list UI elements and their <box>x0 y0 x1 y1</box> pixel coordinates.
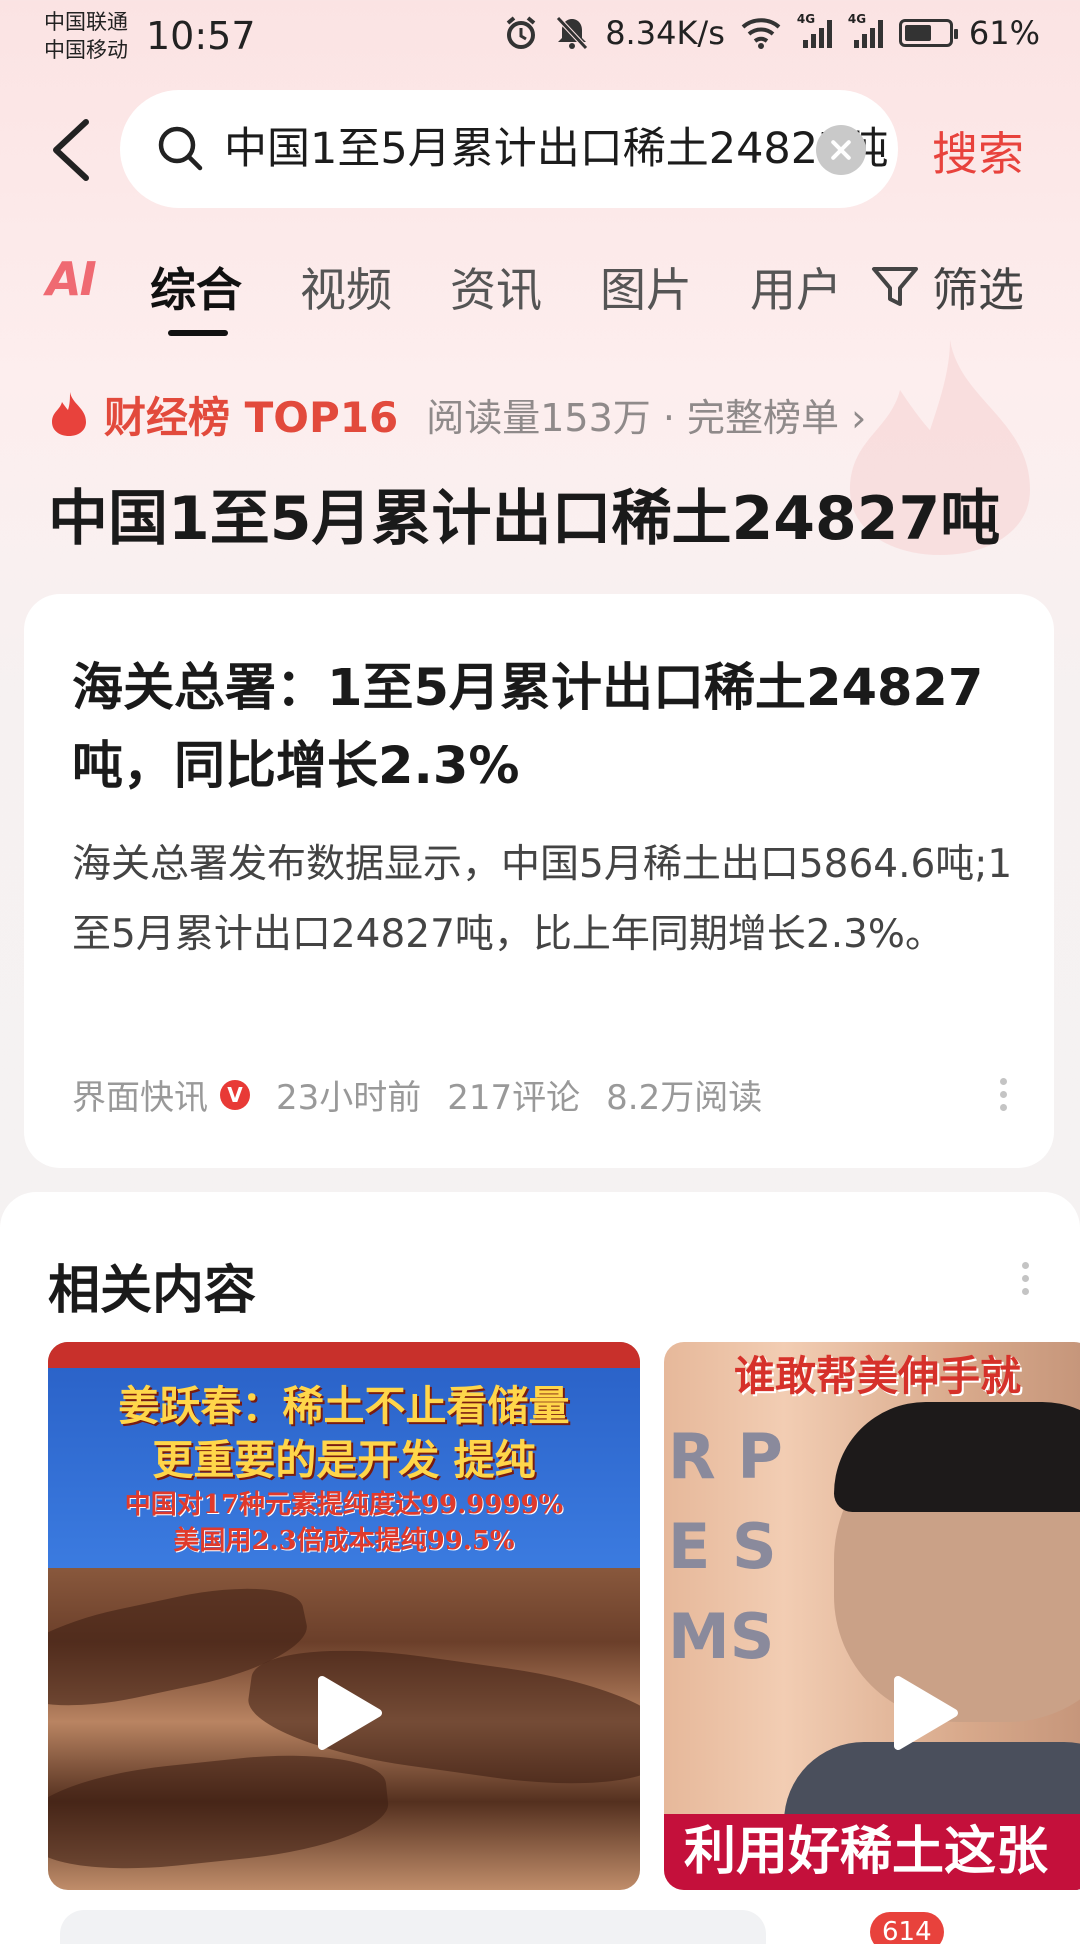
wifi-icon <box>741 18 781 49</box>
comment-input-bar[interactable] <box>60 1910 766 1944</box>
search-button[interactable]: 搜索 <box>932 118 1024 184</box>
tab-video[interactable]: 视频 <box>300 254 392 320</box>
hot-list-row[interactable]: 财经榜 TOP16 阅读量153万 · 完整榜单 › <box>48 384 866 444</box>
status-time: 10:57 <box>146 14 256 58</box>
video-2-caption: 利用好稀土这张 <box>664 1814 1080 1890</box>
active-tab-indicator <box>168 330 228 336</box>
comment-count-badge: 614 <box>870 1912 944 1944</box>
related-title: 相关内容 <box>48 1261 257 1321</box>
article-source[interactable]: 界面快讯 <box>72 1070 208 1119</box>
article-meta: 界面快讯 V 23小时前 217评论 8.2万阅读 <box>72 1070 788 1119</box>
video-2-person-hair <box>834 1402 1080 1512</box>
tab-users[interactable]: 用户 <box>750 254 842 320</box>
video-1-top-banner <box>48 1342 640 1368</box>
filter-icon <box>872 267 918 306</box>
video-2-background-text: R P E S MS <box>668 1420 783 1673</box>
battery-percent: 61% <box>968 14 1040 52</box>
carrier-info: 中国联通 中国移动 <box>44 8 128 64</box>
network-type-1: 4G <box>796 12 816 26</box>
tab-ai[interactable]: AI <box>46 252 97 306</box>
article-summary: 海关总署发布数据显示，中国5月稀土出口5864.6吨;1至5月累计出口24827… <box>72 842 1013 957</box>
carrier-2: 中国移动 <box>44 38 128 62</box>
video-1-scenery <box>48 1743 393 1881</box>
search-input[interactable]: 中国1至5月累计出口稀土24827吨 <box>120 90 898 208</box>
back-arrow-icon[interactable] <box>46 118 96 182</box>
video-2-headline: 谁敢帮美伸手就 <box>734 1352 1021 1400</box>
filter-label: 筛选 <box>932 263 1024 317</box>
play-icon[interactable] <box>298 1668 388 1758</box>
net-speed: 8.34K/s <box>605 14 725 52</box>
video-1-headline-2: 更重要的是开发 提纯 <box>152 1436 536 1484</box>
article-time: 23小时前 <box>276 1078 422 1118</box>
article-reads: 8.2万阅读 <box>606 1078 763 1118</box>
status-bar: 中国联通 中国移动 10:57 8.34K/s 4G 4G 61% <box>0 0 1080 80</box>
mute-bell-icon <box>556 16 589 50</box>
search-bar-row: 中国1至5月累计出口稀土24827吨 搜索 <box>0 90 1080 210</box>
alarm-icon <box>506 16 536 49</box>
hot-rank-meta[interactable]: 阅读量153万 · 完整榜单 › <box>426 387 866 442</box>
hot-rank-label: 财经榜 TOP16 <box>104 392 399 442</box>
article-card[interactable]: 海关总署：1至5月累计出口稀土24827吨，同比增长2.3% 海关总署发布数据显… <box>24 594 1054 1168</box>
signal-2-icon: 4G <box>848 12 883 48</box>
carrier-1: 中国联通 <box>44 10 128 34</box>
tab-comprehensive[interactable]: 综合 <box>150 254 242 320</box>
search-icon <box>158 126 203 171</box>
play-icon[interactable] <box>874 1668 964 1758</box>
video-1-subline-1: 中国对17种元素提纯度达99.9999% <box>124 1490 564 1520</box>
video-1-subline-2: 美国用2.3倍成本提纯99.5% <box>173 1526 515 1556</box>
result-tabs: AI 综合 视频 资讯 图片 用户 筛选 <box>0 248 1080 338</box>
topic-title: 中国1至5月累计出口稀土24827吨 <box>48 484 1001 554</box>
flame-icon <box>52 392 86 436</box>
article-comments: 217评论 <box>447 1078 581 1118</box>
article-more-icon[interactable] <box>1000 1078 1008 1118</box>
related-video-list: 姜跃春：稀土不止看储量 更重要的是开发 提纯 中国对17种元素提纯度达99.99… <box>48 1342 1080 1892</box>
video-1-headline-1: 姜跃春：稀土不止看储量 <box>118 1382 570 1430</box>
related-section: 相关内容 姜跃春：稀土不止看储量 更重要的是开发 提纯 中国对17种元素提纯度达… <box>0 1192 1080 1944</box>
article-title[interactable]: 海关总署：1至5月累计出口稀土24827吨，同比增长2.3% <box>72 650 1022 806</box>
related-video-2[interactable]: R P E S MS 谁敢帮美伸手就 利用好稀土这张 <box>664 1342 1080 1890</box>
verified-badge-icon: V <box>220 1079 250 1110</box>
tab-images[interactable]: 图片 <box>600 254 692 320</box>
status-icons: 8.34K/s 4G 4G 61% <box>503 12 1040 52</box>
battery-icon <box>898 19 958 47</box>
signal-1-icon: 4G <box>797 12 832 48</box>
filter-button[interactable]: 筛选 <box>870 254 1024 320</box>
network-type-2: 4G <box>847 12 867 26</box>
search-query[interactable]: 中国1至5月累计出口稀土24827吨 <box>224 120 900 178</box>
clear-icon[interactable] <box>816 125 866 175</box>
related-more-icon[interactable] <box>1022 1262 1030 1302</box>
related-video-1[interactable]: 姜跃春：稀土不止看储量 更重要的是开发 提纯 中国对17种元素提纯度达99.99… <box>48 1342 640 1890</box>
tab-news[interactable]: 资讯 <box>450 254 542 320</box>
